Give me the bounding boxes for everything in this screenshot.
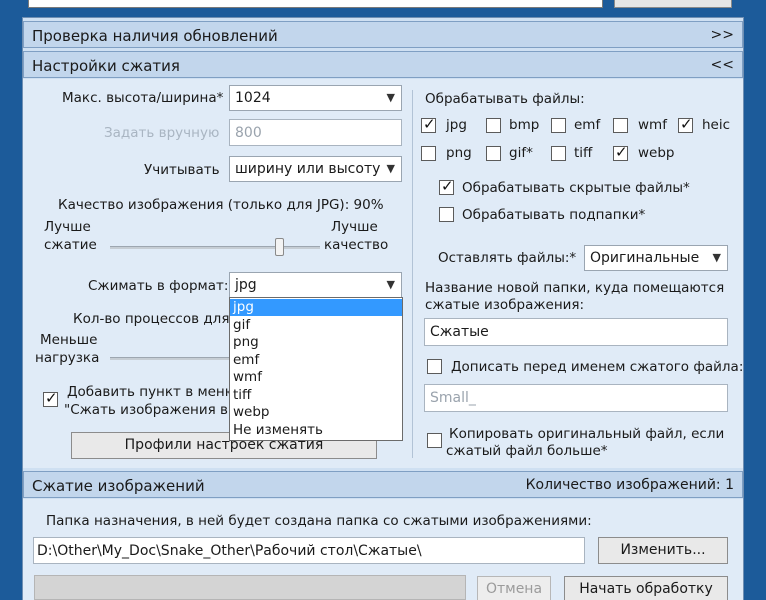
filetype-label: webp	[638, 145, 675, 161]
filetype-gif-checkbox[interactable]	[486, 146, 501, 161]
format-option[interactable]: tiff	[230, 387, 402, 404]
format-option[interactable]: emf	[230, 352, 402, 369]
format-option[interactable]: png	[230, 334, 402, 351]
less-load-line1: Меньше	[40, 332, 98, 348]
filetype-tiff-checkbox[interactable]	[551, 146, 566, 161]
context-menu-line2: "Сжать изображения в п	[64, 402, 242, 418]
chevron-down-icon: ▼	[386, 278, 395, 291]
context-menu-line1: Добавить пункт в меню	[67, 384, 237, 400]
format-option[interactable]: wmf	[230, 369, 402, 386]
quality-slider-thumb[interactable]	[275, 238, 284, 256]
filetype-label: tiff	[574, 145, 593, 161]
prefix-value: Small_	[430, 390, 476, 406]
start-button[interactable]: Начать обработку	[564, 576, 728, 600]
quality-slider-track[interactable]	[110, 246, 320, 249]
filetype-label: bmp	[509, 117, 540, 133]
destination-label: Папка назначения, в ней будет создана па…	[46, 513, 592, 529]
max-size-combo[interactable]: 1024 ▼	[229, 85, 402, 111]
copy-original-line2: сжатый файл больше*	[446, 443, 608, 459]
filetype-label: emf	[574, 117, 601, 133]
folder-name-line2: сжатые изображения:	[425, 297, 585, 313]
updates-section-header[interactable]: Проверка наличия обновлений >>	[23, 21, 743, 48]
keep-files-combo[interactable]: Оригинальные ▼	[584, 245, 728, 271]
process-files-label: Обрабатывать файлы:	[425, 91, 585, 107]
context-menu-checkbox[interactable]	[43, 389, 58, 407]
top-path-field[interactable]	[28, 0, 603, 8]
settings-section-title: Настройки сжатия	[32, 57, 180, 75]
better-quality-line1: Лучше	[331, 219, 378, 235]
format-option[interactable]: jpg	[230, 299, 402, 316]
hidden-files-checkbox[interactable]	[439, 177, 454, 195]
change-button[interactable]: Изменить...	[598, 537, 728, 564]
destination-path-input[interactable]: D:\Other\My_Doc\Snake_Other\Рабочий стол…	[33, 537, 585, 564]
quality-label: Качество изображения (только для JPG): 9…	[58, 197, 384, 213]
filetype-webp-checkbox[interactable]	[613, 143, 628, 161]
better-quality-line2: качество	[324, 237, 389, 253]
chevron-down-icon: ▼	[386, 162, 395, 175]
expand-toggle[interactable]: >>	[711, 27, 734, 43]
filetype-label: png	[446, 145, 472, 161]
copy-original-checkbox[interactable]	[427, 433, 442, 448]
destination-path-value: D:\Other\My_Doc\Snake_Other\Рабочий стол…	[37, 543, 422, 559]
copy-original-line1: Копировать оригинальный файл, если	[449, 426, 725, 442]
processes-slider-track[interactable]	[110, 357, 230, 360]
format-option[interactable]: gif	[230, 317, 402, 334]
filetype-label: gif*	[509, 145, 533, 161]
format-combo[interactable]: jpg ▼	[229, 272, 402, 298]
prefix-checkbox[interactable]	[427, 359, 442, 374]
chevron-down-icon: ▼	[712, 251, 721, 264]
updates-section-title: Проверка наличия обновлений	[32, 27, 278, 45]
max-size-label: Макс. высота/ширина*	[62, 90, 224, 106]
manual-size-input[interactable]: 800	[229, 119, 402, 146]
prefix-label: Дописать перед именем сжатого файла:	[451, 359, 744, 375]
filetype-label: heic	[702, 117, 731, 133]
column-divider	[412, 90, 413, 458]
image-count: Количество изображений: 1	[525, 477, 734, 493]
manual-size-value: 800	[235, 125, 262, 141]
format-option[interactable]: Не изменять	[230, 422, 402, 439]
keep-files-value: Оригинальные	[590, 250, 700, 266]
max-size-value: 1024	[235, 90, 271, 106]
filetype-bmp-checkbox[interactable]	[486, 118, 501, 133]
subfolders-label: Обрабатывать подпапки*	[462, 207, 646, 223]
format-value: jpg	[235, 277, 257, 293]
less-load-line2: нагрузка	[35, 350, 100, 366]
compress-section-header[interactable]: Сжатие изображений Количество изображени…	[23, 471, 743, 498]
folder-name-input[interactable]: Сжатые	[424, 318, 728, 346]
compress-section-title: Сжатие изображений	[32, 477, 205, 495]
filetype-png-checkbox[interactable]	[421, 146, 436, 161]
better-compress-line1: Лучше	[44, 219, 91, 235]
prefix-input[interactable]: Small_	[424, 384, 728, 412]
filetype-label: jpg	[446, 117, 467, 133]
subfolders-checkbox[interactable]	[439, 207, 454, 222]
folder-name-line1: Название новой папки, куда помещаются	[425, 280, 725, 296]
filetype-label: wmf	[638, 117, 667, 133]
filetype-heic-checkbox[interactable]	[678, 115, 693, 133]
better-compress-line2: сжатие	[44, 237, 97, 253]
top-browse-button[interactable]	[614, 0, 732, 8]
filetype-jpg-checkbox[interactable]	[421, 115, 436, 133]
progress-bar	[34, 575, 466, 600]
collapse-toggle[interactable]: <<	[711, 57, 734, 73]
consider-combo[interactable]: ширину или высоту ▼	[229, 156, 402, 182]
format-label: Сжимать в формат:	[88, 278, 229, 294]
format-dropdown-list[interactable]: jpg gif png emf wmf tiff webp Не изменять	[229, 297, 403, 441]
chevron-down-icon: ▼	[386, 91, 395, 104]
hidden-files-label: Обрабатывать скрытые файлы*	[462, 180, 690, 196]
processes-label: Кол-во процессов для	[73, 311, 230, 327]
settings-section-header[interactable]: Настройки сжатия <<	[23, 51, 743, 78]
manual-label: Задать вручную	[104, 125, 220, 141]
consider-value: ширину или высоту	[235, 161, 381, 177]
format-option[interactable]: webp	[230, 404, 402, 421]
cancel-button[interactable]: Отмена	[477, 576, 551, 600]
folder-name-value: Сжатые	[430, 324, 489, 340]
filetype-wmf-checkbox[interactable]	[613, 118, 628, 133]
consider-label: Учитывать	[144, 162, 220, 178]
filetype-emf-checkbox[interactable]	[551, 118, 566, 133]
keep-files-label: Оставлять файлы:*	[438, 250, 577, 266]
